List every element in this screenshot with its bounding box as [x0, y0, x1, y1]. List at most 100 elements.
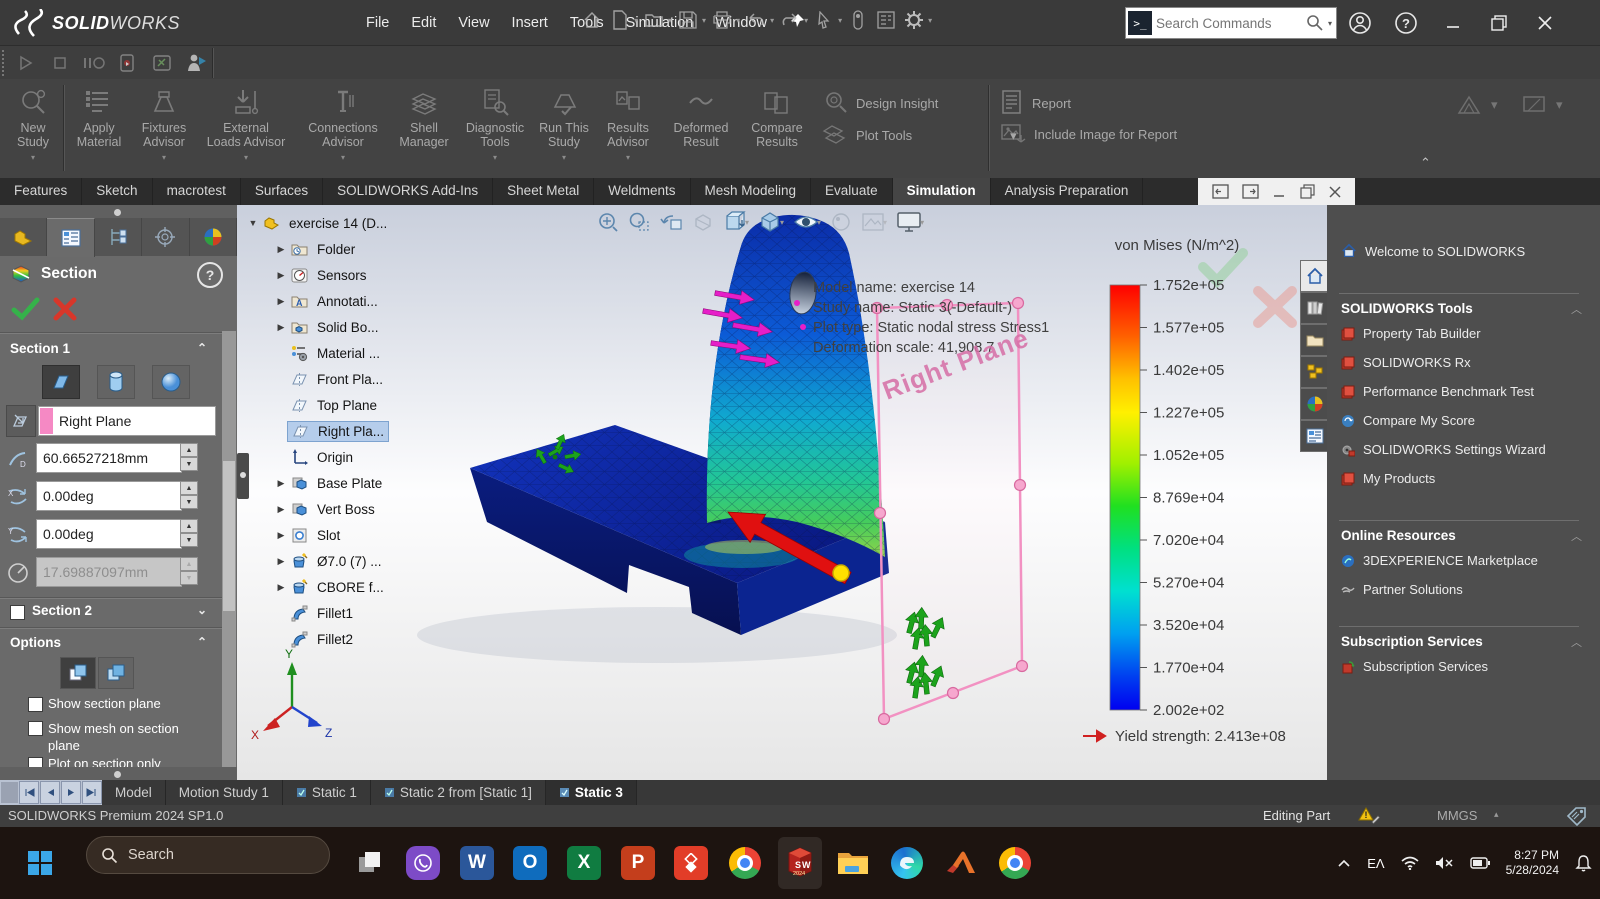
- expander-icon[interactable]: ▶: [275, 478, 287, 489]
- hide-show-items-icon[interactable]: ▾: [793, 212, 821, 232]
- new-document-icon[interactable]: [608, 7, 632, 33]
- tree-item-label[interactable]: Material ...: [313, 344, 384, 363]
- tree-item-right-plane[interactable]: Right Pla...: [275, 419, 389, 443]
- collapse-options-icon[interactable]: ⌃: [197, 635, 207, 649]
- tree-item-label[interactable]: Base Plate: [313, 474, 386, 493]
- notifications-bell-icon[interactable]: [1575, 854, 1592, 872]
- excel-icon[interactable]: X: [562, 837, 606, 889]
- new-dropdown-icon[interactable]: ▾: [634, 16, 638, 25]
- collapse-section1-icon[interactable]: ⌃: [197, 341, 207, 355]
- section1-header[interactable]: Section 1: [10, 341, 70, 356]
- viber-icon[interactable]: [401, 837, 445, 889]
- section2-header[interactable]: Section 2: [32, 603, 92, 618]
- offset-distance-field[interactable]: [36, 443, 182, 473]
- search-commands-input[interactable]: [1154, 15, 1306, 32]
- motion-study-1-tab[interactable]: Motion Study 1: [166, 780, 283, 805]
- save-dropdown-icon[interactable]: ▾: [702, 16, 706, 25]
- results-advisor-button[interactable]: ResultsAdvisor ▾: [597, 83, 659, 173]
- dropdown-icon[interactable]: ▾: [31, 151, 35, 165]
- wifi-icon[interactable]: [1401, 856, 1419, 870]
- account-icon[interactable]: [1348, 11, 1372, 40]
- tab-surfaces[interactable]: Surfaces: [241, 178, 323, 205]
- performance-benchmark-link[interactable]: Performance Benchmark Test: [1341, 384, 1534, 399]
- show-section-plane-checkbox[interactable]: [28, 697, 43, 712]
- clock[interactable]: 8:27 PM 5/28/2024: [1506, 848, 1559, 878]
- options-dropdown-icon[interactable]: ▾: [928, 16, 932, 25]
- planar-section-button[interactable]: [42, 365, 80, 399]
- previous-view-icon[interactable]: [659, 212, 683, 232]
- edit-appearance-icon[interactable]: [830, 211, 852, 233]
- my-products-link[interactable]: My Products: [1341, 471, 1435, 486]
- propertymanager-tab[interactable]: [47, 218, 94, 257]
- task-view-icon[interactable]: [348, 837, 392, 889]
- search-dropdown-icon[interactable]: ▾: [1328, 19, 1332, 28]
- tree-item-label[interactable]: Slot: [313, 526, 344, 545]
- print-icon[interactable]: [710, 7, 734, 33]
- offset-distance-input[interactable]: [37, 449, 181, 467]
- dropdown-icon[interactable]: ▾: [626, 151, 630, 165]
- property-tab-builder-link[interactable]: Property Tab Builder: [1341, 326, 1481, 341]
- units-dropdown-icon[interactable]: ▴: [1494, 809, 1499, 820]
- tree-item-label[interactable]: exercise 14 (D...: [285, 214, 391, 233]
- prev-tab-button[interactable]: [40, 781, 60, 804]
- task-list-icon[interactable]: [874, 7, 898, 33]
- design-library-tab[interactable]: [1300, 292, 1328, 324]
- new-study-button[interactable]: NewStudy ▾: [6, 83, 60, 173]
- panel-scrollbar[interactable]: [222, 331, 236, 767]
- user-flag-icon[interactable]: [182, 49, 210, 77]
- language-indicator[interactable]: EΛ: [1367, 856, 1384, 871]
- macro-run-icon[interactable]: [12, 49, 40, 77]
- select-dropdown-icon[interactable]: ▾: [838, 16, 842, 25]
- y-rotation-input[interactable]: [37, 525, 181, 543]
- redo-icon[interactable]: [778, 7, 802, 33]
- tree-item-sensors[interactable]: ▶ Sensors: [275, 263, 371, 287]
- tree-item-fillet1[interactable]: Fillet1: [275, 601, 357, 625]
- tab-evaluate[interactable]: Evaluate: [811, 178, 893, 205]
- static-1-tab[interactable]: Static 1: [283, 780, 371, 805]
- section-view-icon[interactable]: [692, 211, 714, 233]
- tree-item-material[interactable]: Material ...: [275, 341, 384, 365]
- static-3-tab[interactable]: Static 3: [546, 780, 637, 805]
- dropdown-icon[interactable]: ▾: [244, 151, 248, 165]
- compare-my-score-link[interactable]: Compare My Score: [1341, 413, 1475, 428]
- edit-macro-icon[interactable]: [148, 49, 176, 77]
- report-button[interactable]: Report: [1000, 89, 1071, 118]
- toolbar-drag-handle[interactable]: [2, 50, 8, 76]
- tree-item-label[interactable]: Top Plane: [313, 396, 381, 415]
- spherical-section-button[interactable]: [152, 365, 190, 399]
- tree-item-origin[interactable]: Origin: [275, 445, 357, 469]
- close-button[interactable]: [1530, 8, 1560, 38]
- next-tab-button[interactable]: [61, 781, 81, 804]
- y-rotation-spinner[interactable]: ▲▼: [180, 519, 198, 547]
- menu-edit[interactable]: Edit: [400, 15, 447, 31]
- word-icon[interactable]: W: [455, 837, 499, 889]
- pane-left-icon[interactable]: [1212, 184, 1229, 199]
- tree-item-label[interactable]: Right Pla...: [314, 422, 388, 441]
- expander-icon[interactable]: ▶: [275, 582, 287, 593]
- tag-icon[interactable]: [1566, 806, 1588, 829]
- apply-material-button[interactable]: ApplyMaterial: [67, 83, 131, 173]
- collapse-section-icon[interactable]: ︿: [1571, 634, 1582, 650]
- connections-advisor-button[interactable]: ConnectionsAdvisor ▾: [297, 83, 389, 173]
- chrome-icon[interactable]: [723, 837, 767, 889]
- solidworks-taskbar-icon[interactable]: SW2024: [778, 837, 822, 889]
- offset-spinner[interactable]: ▲▼: [180, 443, 198, 471]
- tree-item-label[interactable]: Annotati...: [313, 292, 382, 311]
- compare-results-button[interactable]: CompareResults: [743, 83, 811, 173]
- welcome-link[interactable]: Welcome to SOLIDWORKS: [1341, 243, 1525, 259]
- file-explorer-icon[interactable]: [831, 837, 875, 889]
- menu-insert[interactable]: Insert: [501, 15, 559, 31]
- collapse-ribbon-icon[interactable]: ⌃: [1420, 155, 1431, 171]
- include-image-for-report-button[interactable]: Include Image for Report: [1000, 121, 1177, 148]
- section2-checkbox[interactable]: [10, 605, 25, 620]
- reference-plane-input[interactable]: [53, 412, 215, 430]
- last-tab-button[interactable]: [82, 781, 102, 804]
- graphics-viewport[interactable]: Model name: exercise 14 Study name: Stat…: [237, 205, 1327, 780]
- tree-item-label[interactable]: Origin: [313, 448, 357, 467]
- solidworks-rx-link[interactable]: SOLIDWORKS Rx: [1341, 355, 1471, 370]
- redo-dropdown-icon[interactable]: ▾: [804, 16, 808, 25]
- view-orientation-icon[interactable]: ▾: [723, 210, 749, 234]
- external-loads-advisor-button[interactable]: ExternalLoads Advisor ▾: [197, 83, 295, 173]
- show-mesh-checkbox[interactable]: [28, 721, 43, 736]
- collapse-section-icon[interactable]: ︿: [1571, 528, 1582, 544]
